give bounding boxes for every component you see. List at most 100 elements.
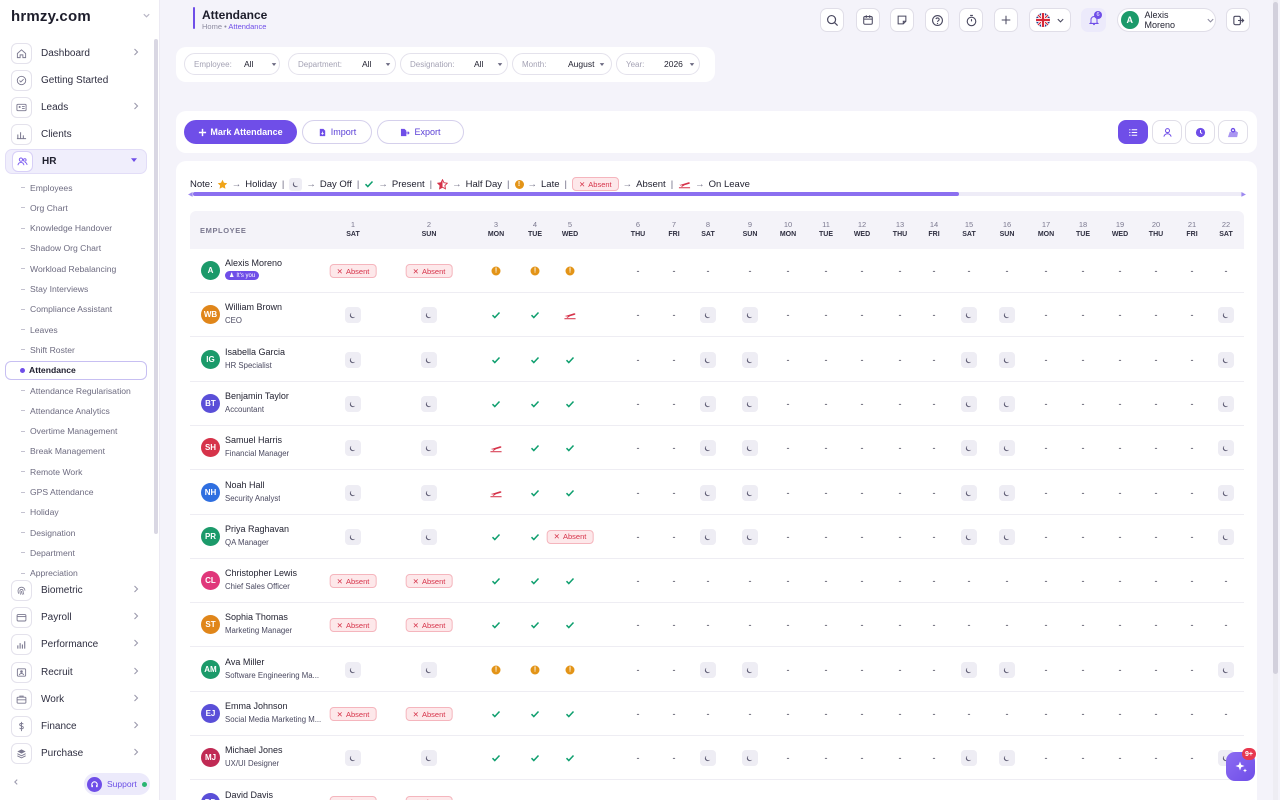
attendance-cell-empty[interactable]: - [1045,443,1048,453]
scrollbar-thumb[interactable] [193,192,959,196]
attendance-cell-empty[interactable]: - [1119,399,1122,409]
moon-icon[interactable] [421,750,437,767]
attendance-cell-empty[interactable]: - [1119,532,1122,542]
employee-name[interactable]: Priya Raghavan [225,524,289,534]
attendance-cell-empty[interactable]: - [673,443,676,453]
attendance-cell-empty[interactable]: - [1191,753,1194,763]
employee-name[interactable]: David Davis [225,790,273,800]
table-row[interactable]: AM Ava Miller Software Engineering Ma...!!… [190,648,1244,692]
attendance-cell-empty[interactable]: - [1045,576,1048,586]
list-view-button[interactable] [1118,120,1148,144]
plane-icon[interactable] [564,310,577,320]
table-row[interactable]: DDDavid Davis✕Absent✕Absent-------------… [190,781,1244,800]
table-row[interactable]: MJ Michael Jones UX/UI Designer - - - - - - - - - - -… [190,736,1244,781]
moon-icon[interactable] [421,307,437,324]
attendance-cell-empty[interactable]: - [933,399,936,409]
absent-badge[interactable]: ✕Absent [405,618,453,633]
attendance-cell-empty[interactable]: - [1082,399,1085,409]
sidebar-item-performance[interactable]: Performance [5,632,147,657]
attendance-cell-empty[interactable]: - [1225,576,1228,586]
attendance-cell-empty[interactable]: - [899,709,902,719]
attendance-cell-empty[interactable]: - [1119,266,1122,276]
attendance-cell-empty[interactable]: - [899,753,902,763]
moon-icon[interactable] [1218,307,1234,324]
attendance-cell-empty[interactable]: - [899,310,902,320]
moon-icon[interactable] [961,440,977,457]
sticky-note-button[interactable] [890,8,914,32]
attendance-cell-empty[interactable]: - [637,620,640,630]
attendance-cell-empty[interactable]: - [1045,532,1048,542]
sidebar-item-payroll[interactable]: Payroll [5,605,147,630]
table-row[interactable]: BT Benjamin Taylor Accountant - - - - - - - - - - - - [190,382,1244,426]
absent-badge[interactable]: ✕Absent [329,618,377,633]
table-row[interactable]: CL Christopher Lewis Chief Sales Officer ✕ A… [190,559,1244,604]
sidebar-item-work[interactable]: Work [5,687,147,712]
sidebar-item-finance[interactable]: Finance [5,714,147,739]
attendance-cell-empty[interactable]: - [1082,709,1085,719]
table-row[interactable]: A Alexis Moreno ♟ It's you ✕ Absent ✕ Absent!!!… [190,249,1244,293]
moon-icon[interactable] [345,351,361,368]
attendance-cell-empty[interactable]: - [1119,620,1122,630]
attendance-cell-empty[interactable]: - [933,266,936,276]
moon-icon[interactable] [1218,351,1234,368]
sidebar-item-clients[interactable]: Clients [5,122,147,147]
moon-icon[interactable] [421,351,437,368]
attendance-cell-empty[interactable]: - [825,310,828,320]
moon-icon[interactable] [1218,528,1234,545]
filter-month[interactable]: Month: August [512,53,612,75]
moon-icon[interactable] [961,351,977,368]
attendance-cell-empty[interactable]: - [1155,443,1158,453]
attendance-cell-empty[interactable]: - [899,443,902,453]
avatar[interactable]: CL [201,571,220,591]
attendance-cell-empty[interactable]: - [1119,576,1122,586]
employee-name[interactable]: Alexis Moreno [225,258,282,268]
attendance-cell-empty[interactable]: - [861,399,864,409]
sidebar-scrollbar[interactable] [154,39,158,534]
moon-icon[interactable] [345,528,361,545]
check-icon[interactable] [565,576,575,586]
attendance-cell-empty[interactable]: - [637,355,640,365]
attendance-cell-empty[interactable]: - [749,620,752,630]
attendance-cell-empty[interactable]: - [1155,576,1158,586]
late-icon[interactable]: ! [530,266,540,276]
attendance-cell-empty[interactable]: - [1191,355,1194,365]
attendance-cell-empty[interactable]: - [673,532,676,542]
moon-icon[interactable] [961,750,977,767]
moon-icon[interactable] [345,750,361,767]
attendance-cell-empty[interactable]: - [1006,709,1009,719]
attendance-cell-empty[interactable]: - [707,709,710,719]
moon-icon[interactable] [999,750,1015,767]
late-icon[interactable]: ! [530,665,540,675]
calendar-button[interactable] [856,8,880,32]
moon-icon[interactable] [742,528,758,545]
attendance-cell-empty[interactable]: - [1191,620,1194,630]
table-row[interactable]: ST Sophia Thomas Marketing Manager ✕ Absent ✕… [190,603,1244,648]
attendance-cell-empty[interactable]: - [825,753,828,763]
attendance-cell-empty[interactable]: - [1191,532,1194,542]
attendance-cell-empty[interactable]: - [933,355,936,365]
attendance-cell-empty[interactable]: - [899,266,902,276]
sidebar-subitem-org-chart[interactable]: Org Chart [5,198,147,217]
attendance-cell-empty[interactable]: - [707,576,710,586]
attendance-cell-empty[interactable]: - [825,576,828,586]
moon-icon[interactable] [700,661,716,678]
attendance-cell-empty[interactable]: - [933,576,936,586]
app-logo[interactable]: hrmzy.com [11,8,91,25]
avatar[interactable]: EJ [201,704,220,723]
sidebar-item-leads[interactable]: Leads [5,95,147,120]
filter-department[interactable]: Department: All [288,53,396,75]
attendance-cell-empty[interactable]: - [787,488,790,498]
attendance-cell-empty[interactable]: - [1045,665,1048,675]
attendance-cell-empty[interactable]: - [673,753,676,763]
absent-badge[interactable]: ✕Absent [405,574,453,589]
attendance-cell-empty[interactable]: - [673,709,676,719]
check-icon[interactable] [491,532,501,542]
employee-name[interactable]: Emma Johnson [225,701,288,711]
attendance-cell-empty[interactable]: - [637,399,640,409]
attendance-cell-empty[interactable]: - [1191,576,1194,586]
attendance-cell-empty[interactable]: - [861,443,864,453]
attendance-cell-empty[interactable]: - [861,576,864,586]
sidebar-subitem-attendance-analytics[interactable]: Attendance Analytics [5,401,147,420]
attendance-cell-empty[interactable]: - [749,576,752,586]
attendance-cell-empty[interactable]: - [787,399,790,409]
